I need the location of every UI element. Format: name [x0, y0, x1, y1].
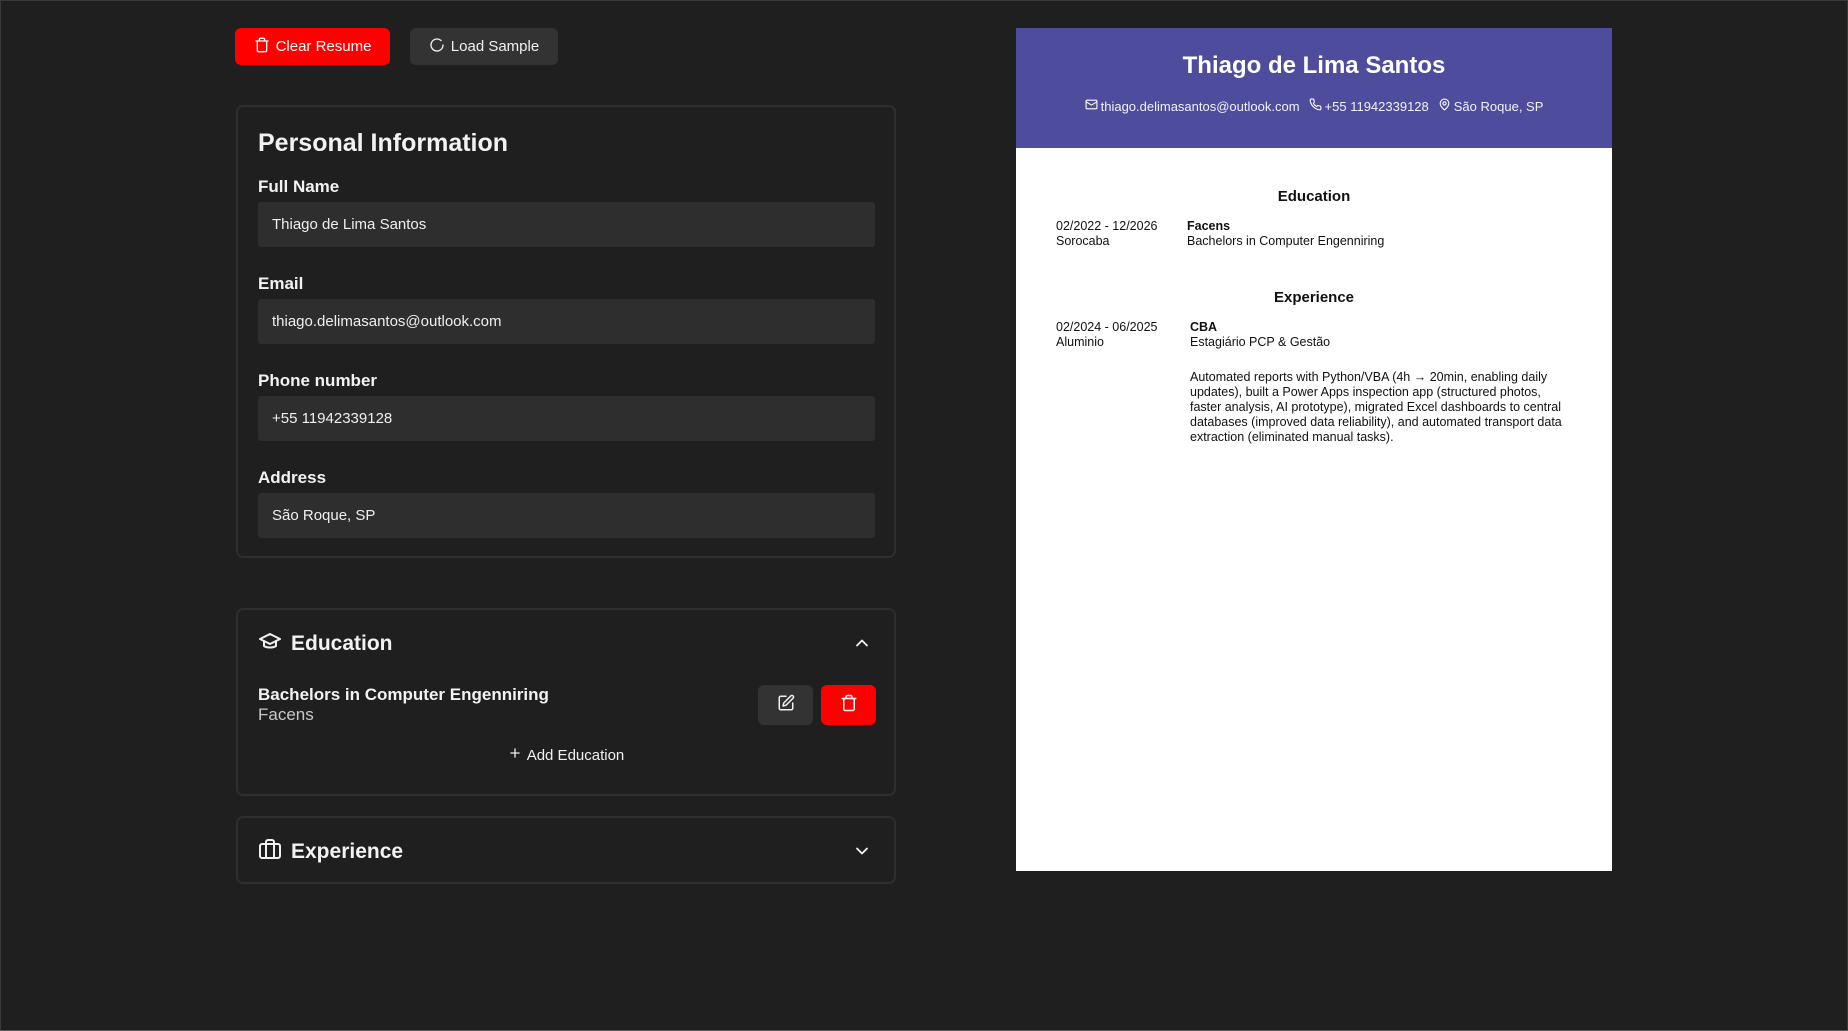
phone-input[interactable] — [258, 396, 875, 441]
app-frame: Clear Resume Load Sample Personal Inform… — [0, 0, 1848, 1031]
education-header[interactable]: Education — [258, 629, 393, 658]
phone-icon — [1309, 98, 1322, 114]
resume-address-text: São Roque, SP — [1453, 98, 1544, 114]
education-card: Education Bachelors in Computer Engennir… — [236, 608, 896, 796]
phone-label: Phone number — [258, 371, 378, 390]
resume-education-title: Education — [1277, 188, 1351, 205]
personal-information-card: Personal Information Full Name Email Pho… — [236, 105, 896, 558]
load-sample-button[interactable]: Load Sample — [410, 28, 558, 65]
resume-name: Thiago de Lima Santos — [1182, 52, 1446, 79]
resume-contacts: thiago.delimasantos@outlook.com +55 1194… — [1016, 98, 1612, 114]
map-pin-icon — [1438, 98, 1451, 114]
education-title: Education — [291, 631, 393, 655]
chevron-down-icon[interactable] — [852, 841, 872, 861]
experience-header[interactable]: Experience — [258, 837, 403, 866]
resume-address: São Roque, SP — [1438, 98, 1544, 114]
personal-information-title: Personal Information — [258, 129, 509, 157]
experience-title: Experience — [291, 839, 404, 863]
resume-experience-dates-location: 02/2024 - 06/2025 Aluminio — [1056, 320, 1186, 350]
plus-icon — [508, 746, 522, 764]
resume-education-details: Facens Bachelors in Computer Engenniring — [1187, 219, 1567, 249]
resume-education-dates: 02/2022 - 12/2026 — [1056, 219, 1158, 233]
resume-education-degree: Bachelors in Computer Engenniring — [1187, 234, 1385, 248]
refresh-icon — [429, 37, 445, 57]
resume-education-dates-location: 02/2022 - 12/2026 Sorocaba — [1056, 219, 1186, 249]
add-education-button[interactable]: Add Education — [238, 746, 894, 764]
add-education-label: Add Education — [526, 746, 625, 764]
resume-experience-title: Experience — [1273, 289, 1355, 306]
mail-icon — [1085, 98, 1098, 114]
load-sample-label: Load Sample — [450, 38, 540, 55]
clear-resume-label: Clear Resume — [275, 38, 372, 55]
full-name-label: Full Name — [258, 177, 340, 196]
full-name-input[interactable] — [258, 202, 875, 247]
resume-preview: Thiago de Lima Santos thiago.delimasanto… — [1016, 28, 1612, 871]
resume-header: Thiago de Lima Santos thiago.delimasanto… — [1016, 28, 1612, 148]
resume-phone: +55 11942339128 — [1309, 98, 1429, 114]
resume-email-text: thiago.delimasantos@outlook.com — [1100, 98, 1300, 114]
email-label: Email — [258, 274, 304, 293]
education-item-school: Facens — [258, 705, 314, 724]
trash-icon — [254, 37, 270, 57]
delete-education-button[interactable] — [821, 685, 876, 725]
graduation-cap-icon — [258, 629, 282, 658]
resume-experience-position: Estagiário PCP & Gestão — [1190, 335, 1331, 349]
resume-education-school: Facens — [1187, 219, 1231, 233]
clear-resume-button[interactable]: Clear Resume — [235, 28, 390, 65]
education-item-degree: Bachelors in Computer Engenniring — [258, 685, 549, 704]
resume-experience-description: Automated reports with Python/VBA (4h → … — [1190, 370, 1562, 444]
experience-card: Experience — [236, 816, 896, 884]
edit-education-button[interactable] — [758, 685, 813, 725]
resume-experience-dates: 02/2024 - 06/2025 — [1056, 320, 1158, 334]
address-label: Address — [258, 468, 327, 487]
resume-phone-text: +55 11942339128 — [1324, 98, 1429, 114]
email-input[interactable] — [258, 299, 875, 344]
chevron-up-icon[interactable] — [852, 633, 872, 653]
resume-experience-company: CBA — [1190, 320, 1218, 334]
address-input[interactable] — [258, 493, 875, 538]
resume-email: thiago.delimasantos@outlook.com — [1085, 98, 1300, 114]
resume-experience-details: CBA Estagiário PCP & Gestão — [1190, 320, 1570, 350]
toolbar: Clear Resume Load Sample — [235, 28, 558, 65]
briefcase-icon — [258, 837, 282, 866]
trash-icon — [840, 694, 858, 717]
resume-education-location: Sorocaba — [1056, 234, 1110, 248]
edit-icon — [777, 694, 795, 717]
resume-experience-location: Aluminio — [1056, 335, 1104, 349]
